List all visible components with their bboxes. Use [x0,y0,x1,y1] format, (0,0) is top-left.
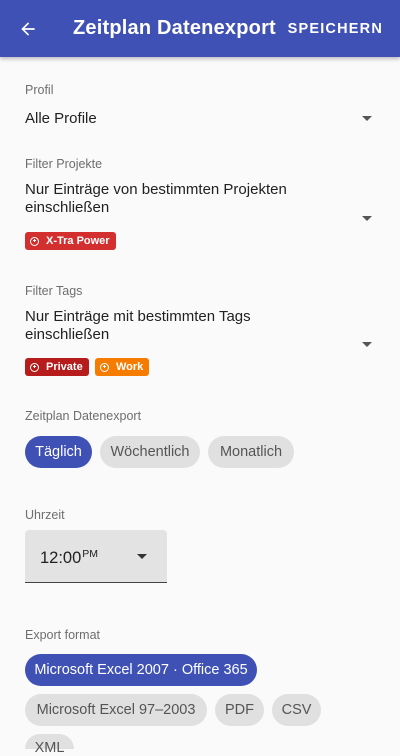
time-digits: 12:00 [40,549,82,567]
remove-circle-icon [30,362,39,372]
dropdown-arrow-icon [362,116,372,121]
tag-label: Work [116,361,144,373]
save-button[interactable]: SPEICHERN [288,21,383,37]
export-format-label: Export format [25,628,101,642]
profile-value: Alle Profile [25,110,97,127]
chip-pdf[interactable]: PDF [215,694,264,726]
schedule-label: Zeitplan Datenexport [25,409,142,423]
filter-tags-label: Filter Tags [25,284,83,298]
project-tag[interactable]: X-Tra Power [25,232,116,250]
remove-circle-icon [100,362,109,372]
dropdown-arrow-icon [137,554,147,559]
chip-daily[interactable]: Täglich [25,436,92,468]
time-label: Uhrzeit [25,508,65,522]
chip-monthly[interactable]: Monatlich [208,436,294,468]
arrow-back-icon [21,22,35,36]
filter-tags-value-line2: einschließen [25,326,110,343]
filter-projects-value-line1: Nur Einträge von bestimmten Projekten [25,181,287,198]
chip-excel-97[interactable]: Microsoft Excel 97–2003 [25,694,207,726]
dropdown-arrow-icon [362,342,372,347]
time-picker[interactable]: 12:00PM [25,530,167,583]
time-value: 12:00PM [40,548,99,568]
time-ampm: PM [82,548,99,560]
remove-circle-icon [30,236,39,246]
page-title: Zeitplan Datenexport [73,17,276,39]
tag-label: X-Tra Power [46,235,110,247]
filter-tags-value-line1: Nur Einträge mit bestimmten Tags [25,308,251,325]
filter-projects-value-line2: einschließen [25,199,110,216]
chip-csv[interactable]: CSV [272,694,321,726]
chip-weekly[interactable]: Wöchentlich [100,436,200,468]
tag-label: Private [46,361,83,373]
tag-work[interactable]: Work [95,358,150,376]
profile-label: Profil [25,83,54,97]
tag-private[interactable]: Private [25,358,89,376]
filter-projects-label: Filter Projekte [25,157,103,171]
chip-xml[interactable]: XML [25,734,74,756]
dropdown-arrow-icon [362,216,372,221]
back-button[interactable] [13,14,43,44]
chip-excel-2007[interactable]: Microsoft Excel 2007 · Office 365 [25,654,257,686]
app-bar: Zeitplan Datenexport SPEICHERN [0,0,400,57]
